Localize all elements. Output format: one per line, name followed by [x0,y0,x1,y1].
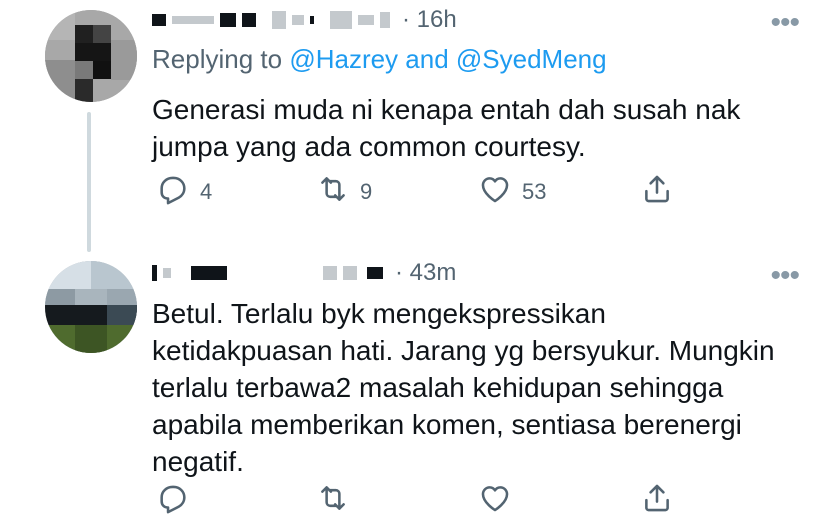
heart-icon [478,481,512,521]
reply-icon [156,481,190,521]
redacted-handle [272,11,286,29]
share-icon [640,172,674,212]
redacted-username [191,266,227,280]
redacted-handle [367,267,383,279]
reply-button[interactable] [156,481,200,521]
tweet-header: · 16h [152,4,457,36]
share-button[interactable] [640,481,674,521]
avatar-pixelated-image [45,10,137,102]
timestamp[interactable]: · 16h [402,6,457,34]
tweet-2[interactable]: · 43m ••• Betul. Terlalu byk mengekspres… [0,245,829,522]
like-button[interactable]: 53 [478,172,546,212]
tweet-text-line: apabila memberikan komen, sentiasa beren… [152,409,742,440]
tweet-text-line: jumpa yang ada common courtesy. [152,131,586,162]
avatar-pixelated-image [45,261,137,353]
avatar[interactable] [45,261,137,353]
redacted-handle [330,11,352,29]
like-button[interactable] [478,481,522,521]
replying-to-label: Replying to [152,44,290,74]
retweet-button[interactable] [316,481,360,521]
mention-link[interactable]: @Hazrey [289,44,398,74]
redacted-handle [292,15,304,25]
reply-icon [156,172,190,212]
tweet-actions: 4 9 53 [152,172,692,212]
reply-count: 4 [200,179,213,204]
heart-icon [478,172,512,212]
retweet-icon [316,172,350,212]
tweet-1[interactable]: · 16h ••• Replying to @Hazrey and @SyedM… [0,0,829,252]
more-options-icon[interactable]: ••• [770,6,799,40]
redacted-handle [343,266,357,280]
tweet-actions [152,481,692,521]
timestamp-value[interactable]: 43m [410,259,457,286]
redacted-username [163,268,171,278]
redacted-username [152,14,166,26]
timestamp[interactable]: · 43m [395,259,456,287]
reply-and: and [398,44,456,74]
avatar[interactable] [45,10,137,102]
redacted-username [220,13,236,27]
tweet-text: Generasi muda ni kenapa entah dah susah … [152,91,802,165]
retweet-button[interactable]: 9 [316,172,372,212]
tweet-text-line: Generasi muda ni kenapa entah dah susah … [152,94,741,125]
tweet-text-line: Betul. Terlalu byk mengekspressikan [152,298,606,329]
redacted-handle [380,12,390,28]
retweet-icon [316,481,350,521]
replying-to: Replying to @Hazrey and @SyedMeng [152,44,607,75]
share-button[interactable] [640,172,674,212]
redacted-username [242,13,256,27]
redacted-username [172,16,214,24]
mention-link[interactable]: @SyedMeng [456,44,607,74]
redacted-handle [358,15,374,25]
redacted-username [152,265,157,281]
like-count: 53 [522,179,547,204]
tweet-text-line: ketidakpuasan hati. Jarang yg bersyukur.… [152,335,775,366]
share-icon [640,481,674,521]
reply-button[interactable]: 4 [156,172,212,212]
tweet-text-line: terlalu terbawa2 masalah kehidupan sehin… [152,372,724,403]
timestamp-value[interactable]: 16h [417,6,457,33]
tweet-text: Betul. Terlalu byk mengekspressikan keti… [152,295,802,480]
retweet-count: 9 [360,179,373,204]
redacted-handle [323,266,337,280]
thread-line [87,112,91,252]
more-options-icon[interactable]: ••• [770,259,799,293]
tweet-text-line: negatif. [152,446,244,477]
redacted-handle [310,16,314,24]
tweet-header: · 43m [152,257,456,289]
